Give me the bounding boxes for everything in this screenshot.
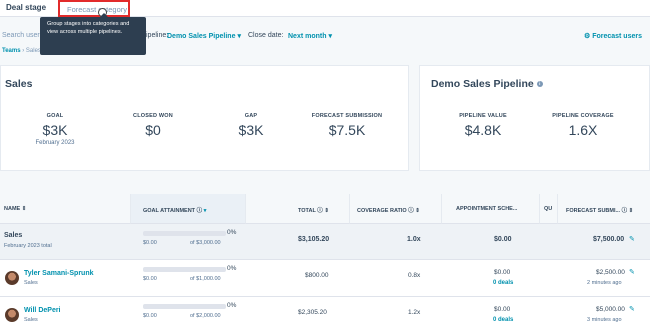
attainment-bar [143, 267, 226, 272]
sales-card-title: Sales [5, 78, 33, 90]
search-users-input[interactable]: Search users [2, 32, 43, 39]
column-header-goal-attainment[interactable]: GOAL ATTAINMENT ⓘ ▾ [131, 194, 246, 224]
metric-value: 1.6X [568, 122, 598, 138]
coverage-ratio: 0.8x [408, 272, 421, 279]
forecast-users-link[interactable]: ⚙ Forecast users [584, 32, 642, 40]
breadcrumb: Teams › Sales [2, 48, 41, 54]
info-icon: ⓘ [196, 208, 203, 214]
pipeline-card-title: Demo Sales Pipeline i [431, 78, 543, 90]
column-header-coverage-ratio[interactable]: COVERAGE RATIO ⓘ ⇕ [350, 194, 442, 224]
forecast-table: NAME ⇕ GOAL ATTAINMENT ⓘ ▾ TOTAL ⓘ ⇕ COV… [0, 194, 650, 335]
table-row: Will DePeri Sales 0% $0.00 of $2,000.00 … [0, 297, 650, 335]
goal-amount: of $1,000.00 [190, 276, 221, 282]
metric-pipeline-value: PIPELINE VALUE $4.8K [438, 113, 528, 138]
table-row: Sales February 2023 total 0% $0.00 of $3… [0, 224, 650, 260]
total-value: $800.00 [305, 272, 329, 279]
metric-label: GAP [244, 113, 258, 119]
sort-icon: ⇕ [324, 208, 329, 214]
table-row: Tyler Samani-Sprunk Sales 0% $0.00 of $1… [0, 260, 650, 297]
view-tabs: Deal stage Forecast category [0, 0, 650, 17]
close-date-label: Close date: [248, 32, 284, 39]
row-name: Sales [4, 232, 23, 239]
forecast-timestamp: 3 minutes ago [587, 317, 622, 323]
metric-sub: February 2023 [35, 140, 75, 146]
metric-label: PIPELINE COVERAGE [552, 113, 614, 119]
breadcrumb-teams[interactable]: Teams [2, 48, 21, 54]
info-icon: ⓘ [408, 208, 414, 214]
total-value: $3,105.20 [298, 236, 330, 243]
metric-label: CLOSED WON [133, 113, 173, 119]
sales-summary-card: Sales GOAL $3K February 2023 CLOSED WON … [0, 65, 409, 171]
appointment-value: $0.00 [494, 236, 512, 243]
column-header-quota[interactable]: QU [540, 194, 558, 224]
sort-down-icon: ▾ [203, 208, 207, 214]
metric-goal: GOAL $3K February 2023 [10, 113, 100, 146]
avatar [5, 308, 19, 322]
goal-amount: of $3,000.00 [190, 240, 221, 246]
metric-value: $4.8K [464, 122, 502, 138]
metric-label: GOAL [46, 113, 64, 119]
gear-icon: ⚙ [583, 33, 591, 40]
forecast-category-tooltip: Group stages into categories and view ac… [40, 13, 146, 55]
edit-pencil-icon[interactable]: ✎ [629, 235, 635, 243]
edit-pencil-icon[interactable]: ✎ [629, 268, 635, 276]
coverage-ratio: 1.2x [408, 309, 421, 316]
user-name-link[interactable]: Tyler Samani-Sprunk [24, 270, 94, 277]
info-icon: ⓘ [317, 208, 323, 214]
deals-link[interactable]: 0 deals [493, 280, 513, 286]
metric-value: $3K [42, 122, 68, 138]
info-icon: ⓘ [621, 208, 628, 214]
goal-amount: of $2,000.00 [190, 313, 221, 319]
coverage-ratio: 1.0x [407, 236, 421, 243]
tab-forecast-category[interactable]: Forecast category [58, 0, 130, 17]
pipeline-label: ipeline: [146, 32, 169, 39]
user-name-link[interactable]: Will DePeri [24, 307, 61, 314]
metric-value: $7.5K [328, 122, 366, 138]
metric-value: $0 [145, 122, 161, 138]
attainment-percent: 0% [227, 265, 237, 272]
metric-value: $3K [238, 122, 264, 138]
closed-amount: $0.00 [143, 276, 157, 282]
attainment-percent: 0% [227, 229, 237, 236]
deals-link[interactable]: 0 deals [493, 317, 513, 323]
row-sub: February 2023 total [4, 243, 52, 249]
metric-label: FORECAST SUBMISSION [311, 113, 383, 119]
avatar [5, 271, 19, 285]
forecast-value: $7,500.00 [593, 236, 625, 243]
pipeline-dropdown[interactable]: Demo Sales Pipeline ▾ [167, 32, 241, 40]
metric-pipeline-coverage: PIPELINE COVERAGE 1.6X [538, 113, 628, 138]
chevron-down-icon: ▾ [328, 33, 332, 40]
attainment-bar [143, 231, 226, 236]
attainment-bar [143, 304, 226, 309]
closed-amount: $0.00 [143, 313, 157, 319]
chevron-down-icon: ▾ [237, 33, 241, 40]
metric-closed-won: CLOSED WON $0 [108, 113, 198, 138]
closed-amount: $0.00 [143, 240, 157, 246]
sort-icon: ⇕ [415, 208, 420, 214]
pipeline-summary-card: Demo Sales Pipeline i PIPELINE VALUE $4.8… [419, 65, 650, 171]
column-header-total[interactable]: TOTAL ⓘ ⇕ [246, 194, 350, 224]
metric-gap: GAP $3K [206, 113, 296, 138]
column-header-name[interactable]: NAME ⇕ [0, 194, 131, 224]
attainment-percent: 0% [227, 302, 237, 309]
close-date-dropdown[interactable]: Next month ▾ [288, 32, 332, 40]
row-sub: Sales [24, 280, 38, 286]
forecast-timestamp: 2 minutes ago [587, 280, 622, 286]
forecast-value: $2,500.00 [596, 269, 625, 276]
metric-forecast-submission: FORECAST SUBMISSION $7.5K [302, 113, 392, 138]
sort-icon: ⇕ [21, 206, 27, 212]
appointment-value: $0.00 [494, 306, 511, 313]
tab-deal-stage[interactable]: Deal stage [6, 2, 46, 14]
breadcrumb-current: Sales [25, 48, 41, 54]
forecast-value: $5,000.00 [596, 306, 625, 313]
info-icon[interactable]: i [536, 81, 543, 87]
metric-label: PIPELINE VALUE [459, 113, 507, 119]
sort-icon: ⇕ [628, 208, 634, 214]
appointment-value: $0.00 [494, 269, 511, 276]
total-value: $2,305.20 [298, 309, 327, 316]
edit-pencil-icon[interactable]: ✎ [629, 305, 635, 313]
column-header-appointment[interactable]: APPOINTMENT SCHE... [442, 194, 540, 224]
column-header-forecast[interactable]: FORECAST SUBMI... ⓘ ⇕ [558, 194, 650, 224]
row-sub: Sales [24, 317, 38, 323]
